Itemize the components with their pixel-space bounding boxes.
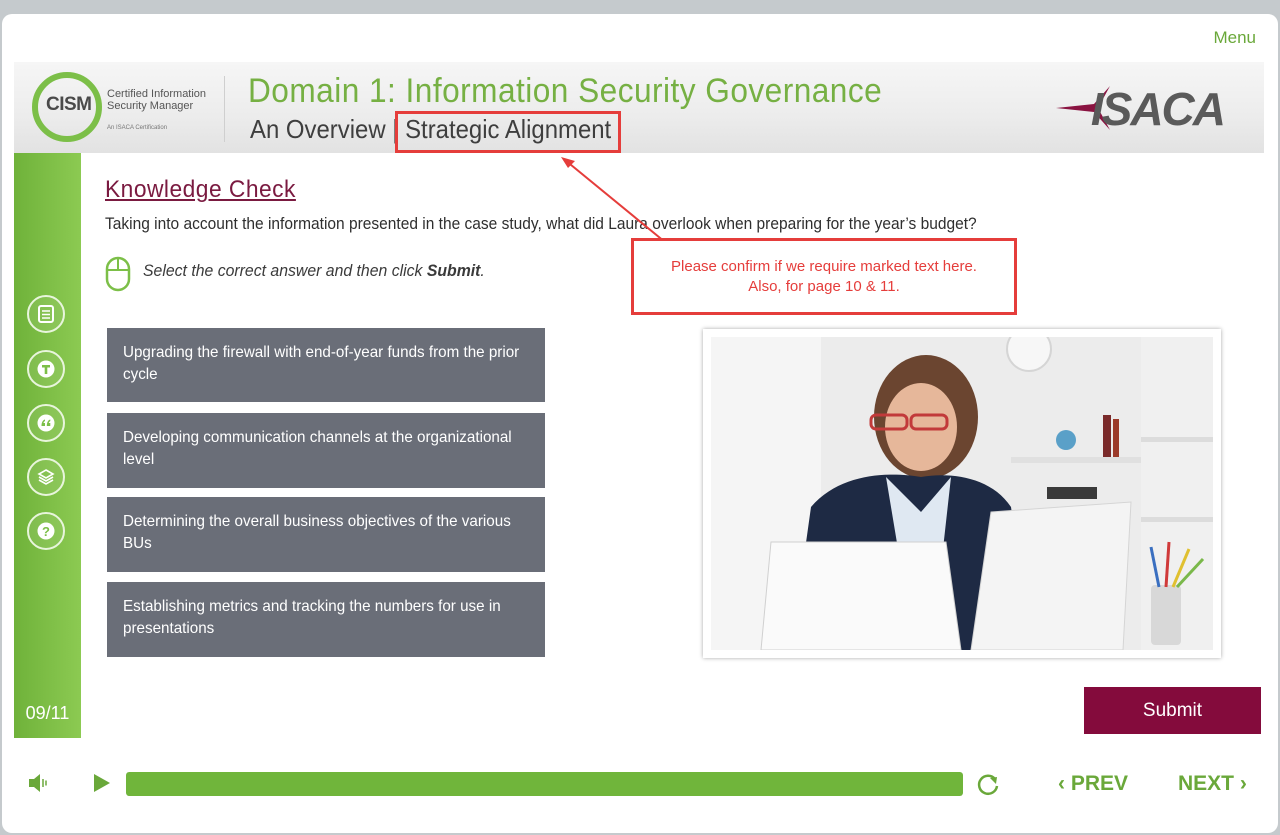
domain-title: Domain 1: Information Security Governanc…: [248, 72, 883, 110]
next-button[interactable]: NEXT ›: [1178, 772, 1247, 796]
isaca-wordmark: ISACA: [1090, 83, 1226, 135]
isaca-logo: ISACA: [1054, 82, 1226, 135]
menu-button[interactable]: Menu: [1213, 28, 1256, 48]
player-controls: ‹ PREV NEXT ›: [14, 760, 1264, 806]
subtitle-prefix: An Overview |: [250, 114, 406, 144]
instruction-suffix: .: [480, 261, 485, 280]
next-label: NEXT: [1178, 772, 1235, 795]
play-icon[interactable]: [92, 772, 112, 794]
knowledge-check-heading: Knowledge Check: [105, 176, 296, 203]
review-highlight-box: [395, 111, 621, 153]
course-header: CISM Certified Information Security Mana…: [14, 62, 1264, 153]
page-counter: 09/11: [25, 703, 70, 723]
answer-option-label: Upgrading the firewall with end-of-year …: [123, 344, 520, 383]
answer-option-label: Developing communication channels at the…: [123, 429, 512, 468]
chevron-right-icon: ›: [1239, 772, 1247, 795]
prev-label: PREV: [1070, 772, 1129, 795]
mouse-icon: [105, 256, 131, 292]
answer-option-1[interactable]: Upgrading the firewall with end-of-year …: [107, 328, 545, 402]
submit-button[interactable]: Submit: [1084, 687, 1261, 734]
replay-icon[interactable]: [975, 771, 1001, 797]
chevron-left-icon: ‹: [1058, 772, 1065, 795]
answer-option-3[interactable]: Determining the overall business objecti…: [107, 497, 545, 572]
sidebar: ? 09/11: [14, 153, 81, 738]
instruction-text: Select the correct answer and then click…: [143, 261, 485, 281]
text-icon[interactable]: [27, 350, 65, 388]
layers-icon[interactable]: [27, 458, 65, 496]
review-callout-line-2: Also, for page 10 & 11.: [748, 278, 900, 295]
cism-logo-subtitle: Certified Information Security Manager: [107, 88, 207, 112]
instruction-prefix: Select the correct answer and then click: [143, 261, 427, 280]
answer-option-label: Establishing metrics and tracking the nu…: [123, 598, 501, 637]
cism-logo-tagline: An ISACA Certification: [107, 125, 168, 131]
progress-bar[interactable]: [126, 772, 963, 796]
cism-logo-acronym: CISM: [46, 94, 92, 115]
review-callout-line-1: Please confirm if we require marked text…: [671, 258, 977, 275]
prev-button[interactable]: ‹ PREV: [1058, 772, 1128, 796]
case-study-photo: [703, 329, 1221, 658]
answer-option-4[interactable]: Establishing metrics and tracking the nu…: [107, 582, 545, 657]
progress-fill: [126, 772, 963, 796]
instruction-action: Submit: [426, 261, 481, 280]
case-study-image: [711, 337, 1213, 650]
quote-icon[interactable]: [27, 404, 65, 442]
volume-icon[interactable]: [28, 772, 52, 794]
svg-text:?: ?: [42, 524, 50, 539]
review-arrow-icon: [561, 157, 666, 243]
question-text: Taking into account the information pres…: [105, 215, 977, 233]
review-callout: Please confirm if we require marked text…: [631, 238, 1017, 315]
help-icon[interactable]: ?: [27, 512, 65, 550]
cism-logo: CISM Certified Information Security Mana…: [32, 70, 222, 142]
answer-option-2[interactable]: Developing communication channels at the…: [107, 413, 545, 488]
notes-icon[interactable]: [27, 295, 65, 333]
header-divider: [224, 76, 225, 142]
answer-option-label: Determining the overall business objecti…: [123, 513, 511, 552]
